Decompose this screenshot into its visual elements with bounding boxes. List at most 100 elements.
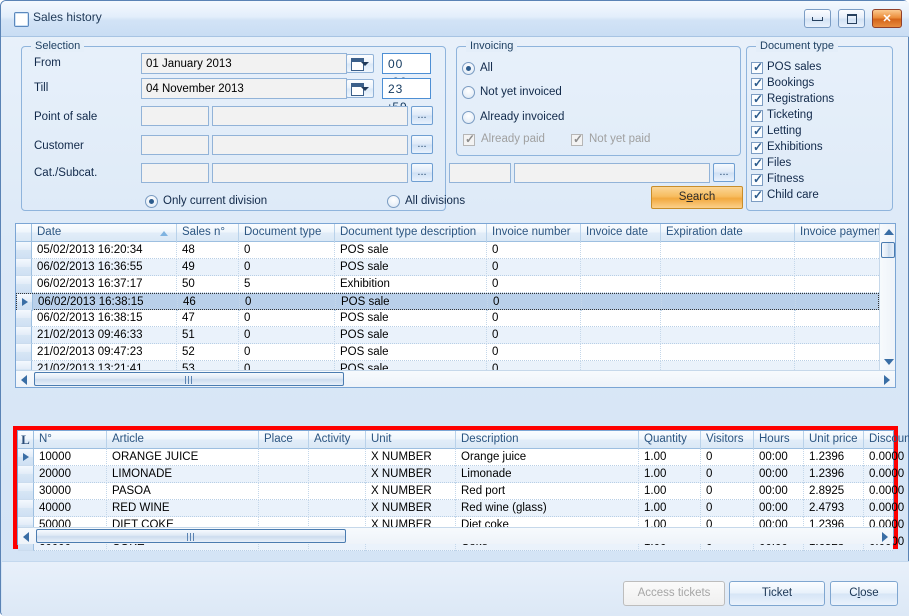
checkbox-pos-sales[interactable] (751, 62, 763, 74)
column-header-expiration_date[interactable]: Expiration date (660, 224, 794, 242)
table-row[interactable]: 06/02/2013 16:38:15460POS sale0 (16, 293, 879, 310)
from-date-input[interactable] (141, 53, 347, 74)
cell-activity[interactable] (308, 466, 365, 483)
checkbox-not-yet-paid[interactable] (571, 134, 583, 146)
row-header[interactable] (16, 242, 32, 259)
cell-invoice_payment_date[interactable] (794, 276, 880, 293)
cell-expiration_date[interactable] (660, 310, 794, 327)
cell-article[interactable]: RED WINE (106, 500, 258, 517)
row-header[interactable] (16, 327, 32, 344)
customer-browse-button[interactable]: ... (411, 135, 433, 154)
table-row[interactable]: 06/02/2013 16:36:55490POS sale0 (16, 259, 879, 276)
point-of-sale-browse-button[interactable]: ... (411, 106, 433, 125)
sales-grid-vscroll-thumb[interactable] (881, 242, 895, 258)
cell-invoice_payment_date[interactable] (794, 242, 880, 259)
cell-article[interactable]: LIMONADE (106, 466, 258, 483)
cell-sales_no[interactable]: 46 (177, 294, 239, 311)
from-date-picker-button[interactable] (346, 54, 374, 73)
category-browse-button[interactable]: ... (411, 163, 433, 182)
cell-doc_type_desc[interactable]: POS sale (334, 242, 486, 259)
category-code-input[interactable] (141, 163, 209, 183)
sales-grid-horizontal-scrollbar[interactable] (16, 370, 895, 387)
cell-visitors[interactable]: 0 (700, 466, 753, 483)
column-header-visitors[interactable]: Visitors (700, 431, 753, 449)
cell-activity[interactable] (308, 449, 365, 466)
subcategory-code-input[interactable] (449, 163, 511, 183)
cell-expiration_date[interactable] (661, 294, 795, 311)
cell-date[interactable]: 05/02/2013 16:20:34 (32, 242, 176, 259)
till-date-input[interactable] (141, 78, 347, 99)
cell-quantity[interactable]: 1.00 (638, 449, 700, 466)
cell-place[interactable] (258, 449, 308, 466)
cell-no[interactable]: 30000 (34, 483, 106, 500)
cell-date[interactable]: 06/02/2013 16:38:15 (33, 294, 177, 311)
checkbox-ticketing[interactable] (751, 110, 763, 122)
cell-doc_type_desc[interactable]: POS sale (334, 327, 486, 344)
column-header-hours[interactable]: Hours (753, 431, 803, 449)
cell-hours[interactable]: 00:00 (753, 483, 803, 500)
cell-activity[interactable] (308, 500, 365, 517)
till-time-input[interactable]: 23 :59 (382, 78, 431, 99)
table-row[interactable]: 21/02/2013 09:47:23520POS sale0 (16, 344, 879, 361)
cell-description[interactable]: Red wine (glass) (455, 500, 638, 517)
cell-invoice_number[interactable]: 0 (486, 276, 580, 293)
point-of-sale-code-input[interactable] (141, 106, 209, 126)
column-header-activity[interactable]: Activity (308, 431, 365, 449)
checkbox-exhibitions[interactable] (751, 142, 763, 154)
cell-doc_type_desc[interactable]: Exhibition (334, 276, 486, 293)
scroll-up-icon[interactable] (884, 229, 894, 235)
cell-date[interactable]: 21/02/2013 09:47:23 (32, 344, 176, 361)
scroll-left-icon[interactable] (21, 375, 27, 385)
column-header-place[interactable]: Place (258, 431, 308, 449)
cell-doc_type[interactable]: 0 (238, 344, 334, 361)
checkbox-already-paid[interactable] (463, 134, 475, 146)
table-row[interactable]: 20000LIMONADEX NUMBERLimonade1.00000:001… (18, 466, 893, 483)
cell-visitors[interactable]: 0 (700, 449, 753, 466)
cell-invoice_date[interactable] (581, 294, 661, 311)
cell-unit_price[interactable]: 2.4793 (803, 500, 863, 517)
cell-invoice_payment_date[interactable] (795, 294, 881, 311)
cell-invoice_date[interactable] (580, 242, 660, 259)
radio-invoicing-all[interactable] (462, 62, 475, 75)
cell-date[interactable]: 06/02/2013 16:38:15 (32, 310, 176, 327)
row-header[interactable] (16, 276, 32, 293)
scroll-down-icon[interactable] (884, 359, 894, 365)
customer-name-input[interactable] (212, 135, 408, 155)
cell-expiration_date[interactable] (660, 242, 794, 259)
column-header-doc_type_desc[interactable]: Document type description (334, 224, 486, 242)
scroll-left-icon[interactable] (23, 532, 29, 542)
from-time-input[interactable]: 00 :00 (382, 53, 431, 74)
cell-invoice_date[interactable] (580, 344, 660, 361)
sales-grid-hscroll-thumb[interactable] (34, 372, 344, 386)
cell-invoice_number[interactable]: 0 (486, 327, 580, 344)
close-button[interactable]: ✕ (872, 9, 902, 28)
close-dialog-button[interactable]: Close (830, 581, 898, 606)
table-row[interactable]: 06/02/2013 16:38:15470POS sale0 (16, 310, 879, 327)
cell-article[interactable]: PASOA (106, 483, 258, 500)
table-row[interactable]: 06/02/2013 16:37:17505Exhibition0 (16, 276, 879, 293)
cell-doc_type[interactable]: 0 (238, 327, 334, 344)
cell-unit[interactable]: X NUMBER (365, 466, 455, 483)
cell-no[interactable]: 20000 (34, 466, 106, 483)
lines-grid-corner[interactable]: L (18, 431, 34, 449)
cell-doc_type_desc[interactable]: POS sale (334, 310, 486, 327)
till-date-picker-button[interactable] (346, 79, 374, 98)
subcategory-name-input[interactable] (514, 163, 710, 183)
column-header-no[interactable]: N° (34, 431, 106, 449)
cell-quantity[interactable]: 1.00 (638, 483, 700, 500)
cell-unit[interactable]: X NUMBER (365, 483, 455, 500)
cell-invoice_date[interactable] (580, 327, 660, 344)
maximize-button[interactable] (838, 9, 865, 28)
cell-sales_no[interactable]: 49 (176, 259, 238, 276)
cell-invoice_payment_date[interactable] (794, 327, 880, 344)
cell-activity[interactable] (308, 483, 365, 500)
minimize-button[interactable] (804, 9, 831, 28)
cell-description[interactable]: Limonade (455, 466, 638, 483)
row-header[interactable] (16, 310, 32, 327)
cell-invoice_number[interactable]: 0 (487, 294, 581, 311)
lines-grid-hscroll-thumb[interactable] (36, 529, 346, 543)
table-row[interactable]: 40000RED WINEX NUMBERRed wine (glass)1.0… (18, 500, 893, 517)
row-header[interactable] (18, 483, 34, 500)
table-row[interactable]: 05/02/2013 16:20:34480POS sale0 (16, 242, 879, 259)
cell-hours[interactable]: 00:00 (753, 449, 803, 466)
